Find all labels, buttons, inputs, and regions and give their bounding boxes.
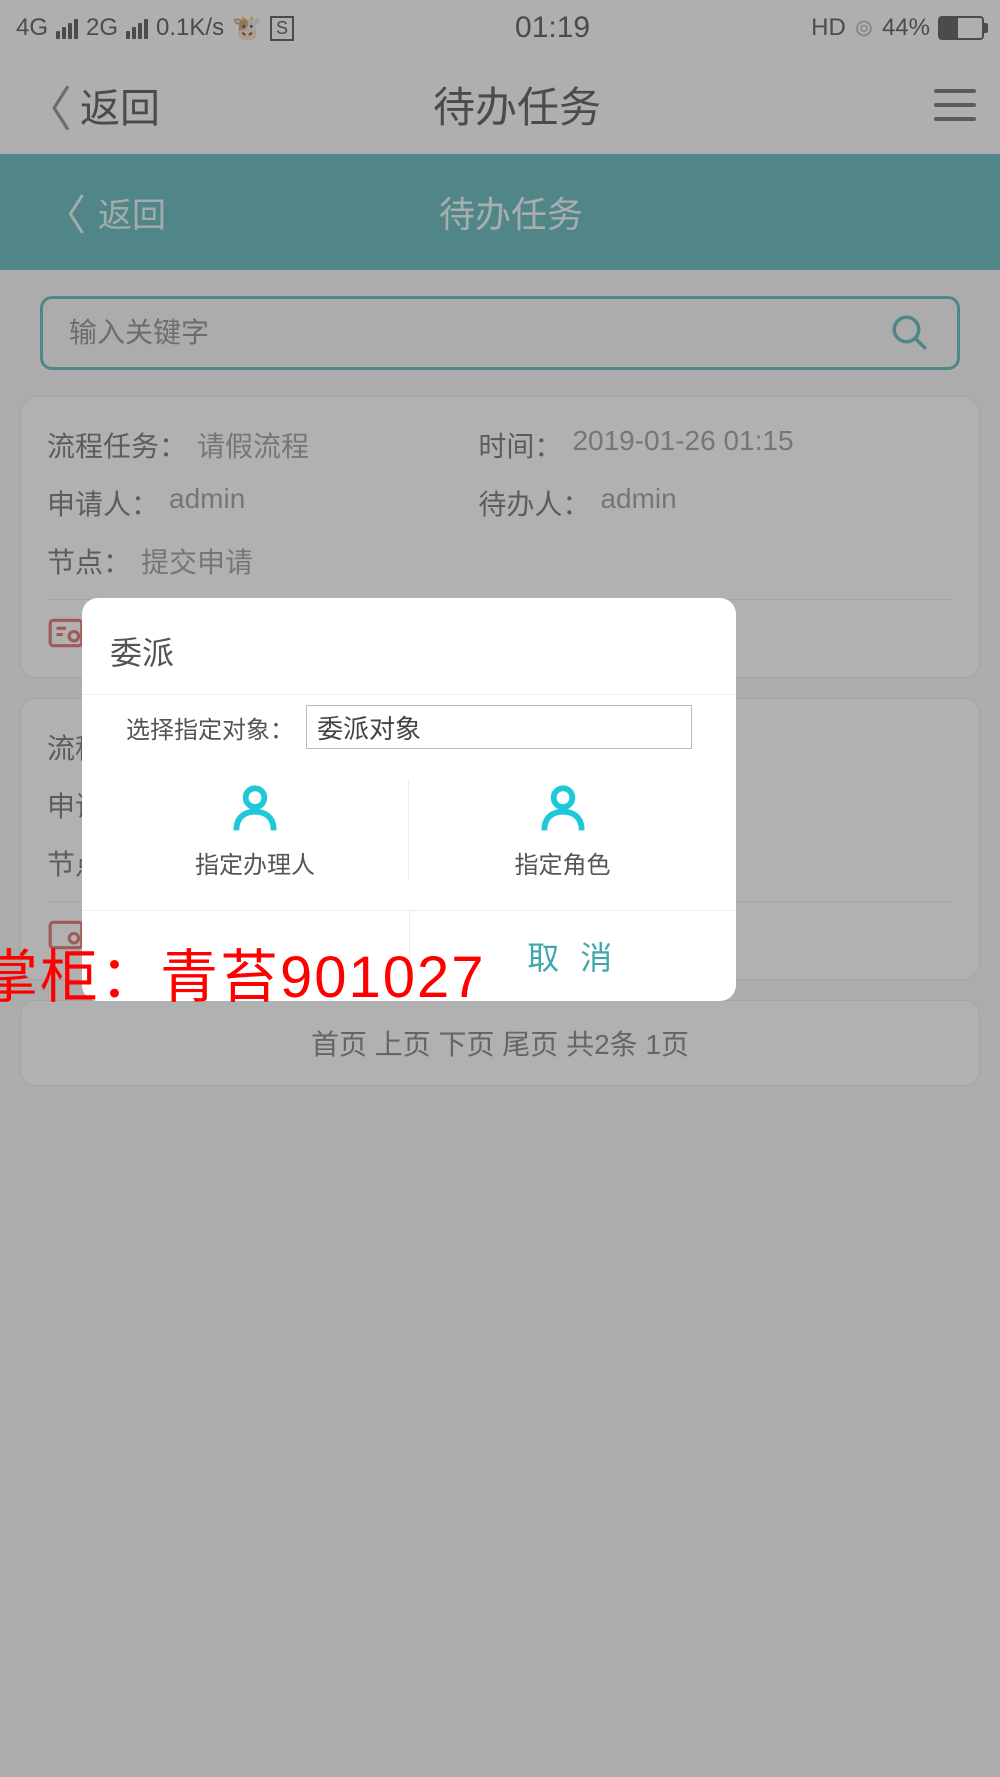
watermark: 掌柜：青苔901027 (0, 930, 486, 1014)
dialog-options: 指定办理人 指定角色 (82, 761, 736, 910)
person-icon (535, 779, 591, 835)
dialog-field-label: 选择指定对象： (126, 710, 294, 745)
delegate-target-input[interactable] (306, 705, 692, 749)
option-label: 指定角色 (515, 845, 611, 880)
person-icon (227, 779, 283, 835)
option-assignee[interactable]: 指定办理人 (102, 779, 409, 880)
cancel-label: 取 消 (527, 933, 618, 979)
option-role[interactable]: 指定角色 (409, 779, 716, 880)
dialog-field: 选择指定对象： (82, 695, 736, 761)
option-label: 指定办理人 (195, 845, 315, 880)
dialog-title: 委派 (82, 598, 736, 695)
